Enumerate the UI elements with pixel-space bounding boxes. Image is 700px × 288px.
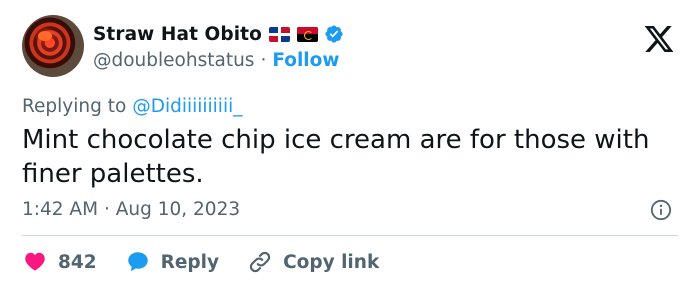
timestamp-separator: · <box>103 199 110 220</box>
author-handle[interactable]: @doubleohstatus <box>93 50 254 71</box>
reply-button[interactable]: Reply <box>125 249 219 275</box>
replying-to-line: Replying to @Didiiiiiiiiii_ <box>22 96 242 117</box>
avatar[interactable] <box>22 15 84 77</box>
x-logo-icon[interactable] <box>642 23 676 55</box>
action-bar: 842 Reply Copy link <box>22 247 407 277</box>
copy-link-label: Copy link <box>283 251 380 273</box>
reply-label: Reply <box>160 251 220 273</box>
angola-flag-icon <box>296 26 318 42</box>
like-button[interactable]: 842 <box>22 249 97 275</box>
divider <box>22 235 678 236</box>
dominican-republic-flag-icon <box>268 26 290 42</box>
avatar-eye-detail <box>38 31 52 41</box>
author-name-row: Straw Hat Obito <box>93 21 344 47</box>
follow-button[interactable]: Follow <box>272 50 339 71</box>
replying-to-mention[interactable]: @Didiiiiiiiiii_ <box>132 96 242 117</box>
replying-prefix: Replying to <box>22 96 127 117</box>
display-name[interactable]: Straw Hat Obito <box>93 24 262 45</box>
like-count: 842 <box>58 251 97 273</box>
separator-dot: · <box>260 50 267 71</box>
tweet-date: Aug 10, 2023 <box>115 199 241 220</box>
reply-bubble-icon <box>127 252 148 272</box>
link-icon <box>249 251 271 273</box>
tweet-timestamp[interactable]: 1:42 AM · Aug 10, 2023 <box>22 199 240 220</box>
handle-row: @doubleohstatus · Follow <box>93 50 339 71</box>
tweet-time: 1:42 AM <box>22 199 99 220</box>
copy-link-button[interactable]: Copy link <box>247 249 379 275</box>
heart-icon <box>25 252 45 271</box>
verified-badge-icon <box>325 25 343 43</box>
tweet-text: Mint chocolate chip ice cream are for th… <box>22 125 650 189</box>
info-icon[interactable] <box>650 199 672 221</box>
